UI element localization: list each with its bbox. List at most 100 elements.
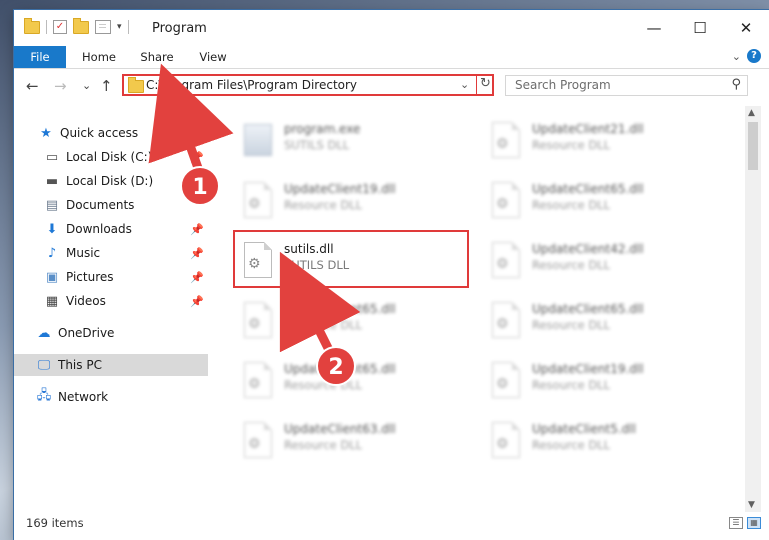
sidebar-item-this-pc[interactable]: 🖵 This PC: [14, 354, 208, 376]
file-item[interactable]: ⚙ UpdateClient63.dll Resource DLL: [234, 418, 470, 470]
file-item[interactable]: ⚙ UpdateClient19.dll Resource DLL: [234, 178, 470, 230]
file-description: Resource DLL: [284, 198, 363, 212]
tab-home[interactable]: Home: [74, 46, 124, 68]
scroll-thumb[interactable]: [748, 122, 758, 170]
pin-icon[interactable]: 📌: [190, 223, 204, 236]
file-description: Resource DLL: [532, 138, 611, 152]
documents-icon: ▤: [45, 197, 59, 213]
details-view-icon[interactable]: ☰: [729, 517, 743, 529]
quick-access-toolbar: ✓ ▾: [24, 17, 129, 34]
title-bar: ✓ ▾ Program — ☐ ✕: [14, 10, 769, 46]
dll-file-icon: ⚙: [488, 422, 522, 462]
sidebar-item-onedrive[interactable]: ☁ OneDrive: [14, 322, 208, 344]
file-description: Resource DLL: [532, 258, 611, 272]
sidebar-item-pictures[interactable]: ▣ Pictures 📌: [14, 266, 208, 288]
sidebar-item-quick-access[interactable]: ★ Quick access: [14, 122, 208, 144]
properties-icon[interactable]: [95, 20, 111, 34]
file-name: UpdateClient5.dll: [532, 422, 636, 436]
forward-button[interactable]: →: [54, 77, 67, 95]
tab-file[interactable]: File: [14, 46, 66, 68]
pin-icon[interactable]: 📌: [190, 295, 204, 308]
star-icon: ★: [40, 125, 52, 141]
file-item[interactable]: ⚙ UpdateClient65.dll Resource DLL: [482, 298, 718, 350]
gears-icon: ⚙: [496, 256, 509, 272]
address-folder-icon: [128, 77, 144, 93]
gears-icon: ⚙: [248, 316, 261, 332]
navigation-bar: ← → ⌄ ↑ C:\Program Files\Program Directo…: [14, 69, 769, 103]
sidebar-item-local-disk-d[interactable]: ▬ Local Disk (D:): [14, 170, 208, 192]
up-button[interactable]: ↑: [100, 77, 113, 95]
sidebar-item-local-disk-c[interactable]: ▭ Local Disk (C:) 📌: [14, 146, 208, 168]
back-button[interactable]: ←: [26, 77, 39, 95]
drive-icon: ▬: [45, 173, 59, 189]
tab-share[interactable]: Share: [132, 46, 182, 68]
file-item[interactable]: ⚙ UpdateClient21.dll Resource DLL: [482, 118, 718, 170]
file-name: UpdateClient19.dll: [532, 362, 644, 376]
file-text: program.exe SUTILS DLL: [284, 122, 360, 152]
scroll-up-icon[interactable]: ▲: [748, 108, 755, 118]
file-text: UpdateClient65.dll Resource DLL: [532, 302, 644, 332]
search-box[interactable]: Search Program ⚲: [505, 75, 748, 96]
close-button[interactable]: ✕: [723, 10, 769, 46]
file-text: UpdateClient19.dll Resource DLL: [532, 362, 644, 392]
sidebar-item-network[interactable]: 🖧 Network: [14, 386, 208, 408]
pin-icon[interactable]: 📌: [190, 247, 204, 260]
file-name: UpdateClient63.dll: [284, 422, 396, 436]
dll-file-icon: ⚙: [488, 302, 522, 342]
file-item[interactable]: ⚙ UpdateClient19.dll Resource DLL: [482, 358, 718, 410]
toolbar-divider: [46, 20, 47, 34]
file-description: Resource DLL: [532, 378, 611, 392]
pin-icon[interactable]: 📌: [190, 151, 204, 164]
ribbon-tabs: File Home Share View ⌄ ?: [14, 46, 769, 69]
file-item[interactable]: ⚙ UpdateClient42.dll Resource DLL: [482, 238, 718, 290]
dll-file-icon: ⚙: [240, 422, 274, 462]
file-description: Resource DLL: [532, 318, 611, 332]
properties-check-icon[interactable]: ✓: [53, 20, 67, 34]
sidebar-item-downloads[interactable]: ⬇ Downloads 📌: [14, 218, 208, 240]
search-input[interactable]: Search Program: [515, 78, 611, 92]
sidebar-item-label: Local Disk (C:): [66, 150, 153, 164]
minimize-button[interactable]: —: [631, 10, 677, 46]
music-icon: ♪: [47, 245, 57, 261]
file-item[interactable]: program.exe SUTILS DLL: [234, 118, 470, 170]
pin-icon[interactable]: 📌: [190, 271, 204, 284]
file-name: UpdateClient42.dll: [532, 242, 644, 256]
recent-locations-button[interactable]: ⌄: [82, 79, 91, 92]
navigation-pane: ★ Quick access ▭ Local Disk (C:) 📌 ▬ Local Dis…: [14, 106, 208, 512]
file-text: UpdateClient63.dll Resource DLL: [284, 422, 396, 452]
sidebar-item-music[interactable]: ♪ Music 📌: [14, 242, 208, 264]
sidebar-item-label: Documents: [66, 198, 135, 212]
refresh-icon[interactable]: ↻: [480, 76, 491, 91]
gears-icon: ⚙: [248, 436, 261, 452]
exe-file-icon: [240, 122, 274, 162]
maximize-button[interactable]: ☐: [677, 10, 723, 46]
file-name: UpdateClient65.dll: [284, 302, 396, 316]
scroll-down-icon[interactable]: ▼: [748, 500, 755, 510]
file-item[interactable]: ⚙ UpdateClient65.dll Resource DLL: [482, 178, 718, 230]
sidebar-item-videos[interactable]: ▦ Videos 📌: [14, 290, 208, 312]
help-icon[interactable]: ?: [747, 49, 761, 63]
vertical-scrollbar[interactable]: ▲ ▼: [745, 106, 761, 512]
address-path[interactable]: C:\Program Files\Program Directory: [146, 78, 357, 92]
address-dropdown-icon[interactable]: ⌄: [460, 78, 469, 91]
gears-icon: ⚙: [496, 136, 509, 152]
computer-icon: 🖵: [37, 357, 51, 373]
file-item[interactable]: ⚙ UpdateClient5.dll Resource DLL: [482, 418, 718, 470]
pictures-icon: ▣: [45, 269, 59, 285]
item-count: 169 items: [26, 516, 84, 530]
sidebar-item-documents[interactable]: ▤ Documents: [14, 194, 208, 216]
customize-toolbar-icon[interactable]: ▾: [117, 22, 122, 32]
expand-ribbon-icon[interactable]: ⌄: [732, 50, 741, 63]
dll-file-icon: ⚙: [488, 122, 522, 162]
file-explorer-window: ✓ ▾ Program — ☐ ✕ File Home Share View ⌄…: [14, 10, 769, 540]
large-icons-view-icon[interactable]: ▦: [747, 517, 761, 529]
address-bar[interactable]: C:\Program Files\Program Directory ⌄ ↻: [122, 74, 494, 96]
sidebar-item-label: Downloads: [66, 222, 132, 236]
tab-view[interactable]: View: [190, 46, 236, 68]
new-folder-icon[interactable]: [73, 17, 89, 34]
file-description: Resource DLL: [532, 198, 611, 212]
gears-icon: ⚙: [248, 196, 261, 212]
search-icon[interactable]: ⚲: [731, 77, 741, 92]
file-item[interactable]: ⚙ UpdateClient65.dll Resource DLL: [234, 298, 470, 350]
window-controls: — ☐ ✕: [631, 10, 769, 46]
